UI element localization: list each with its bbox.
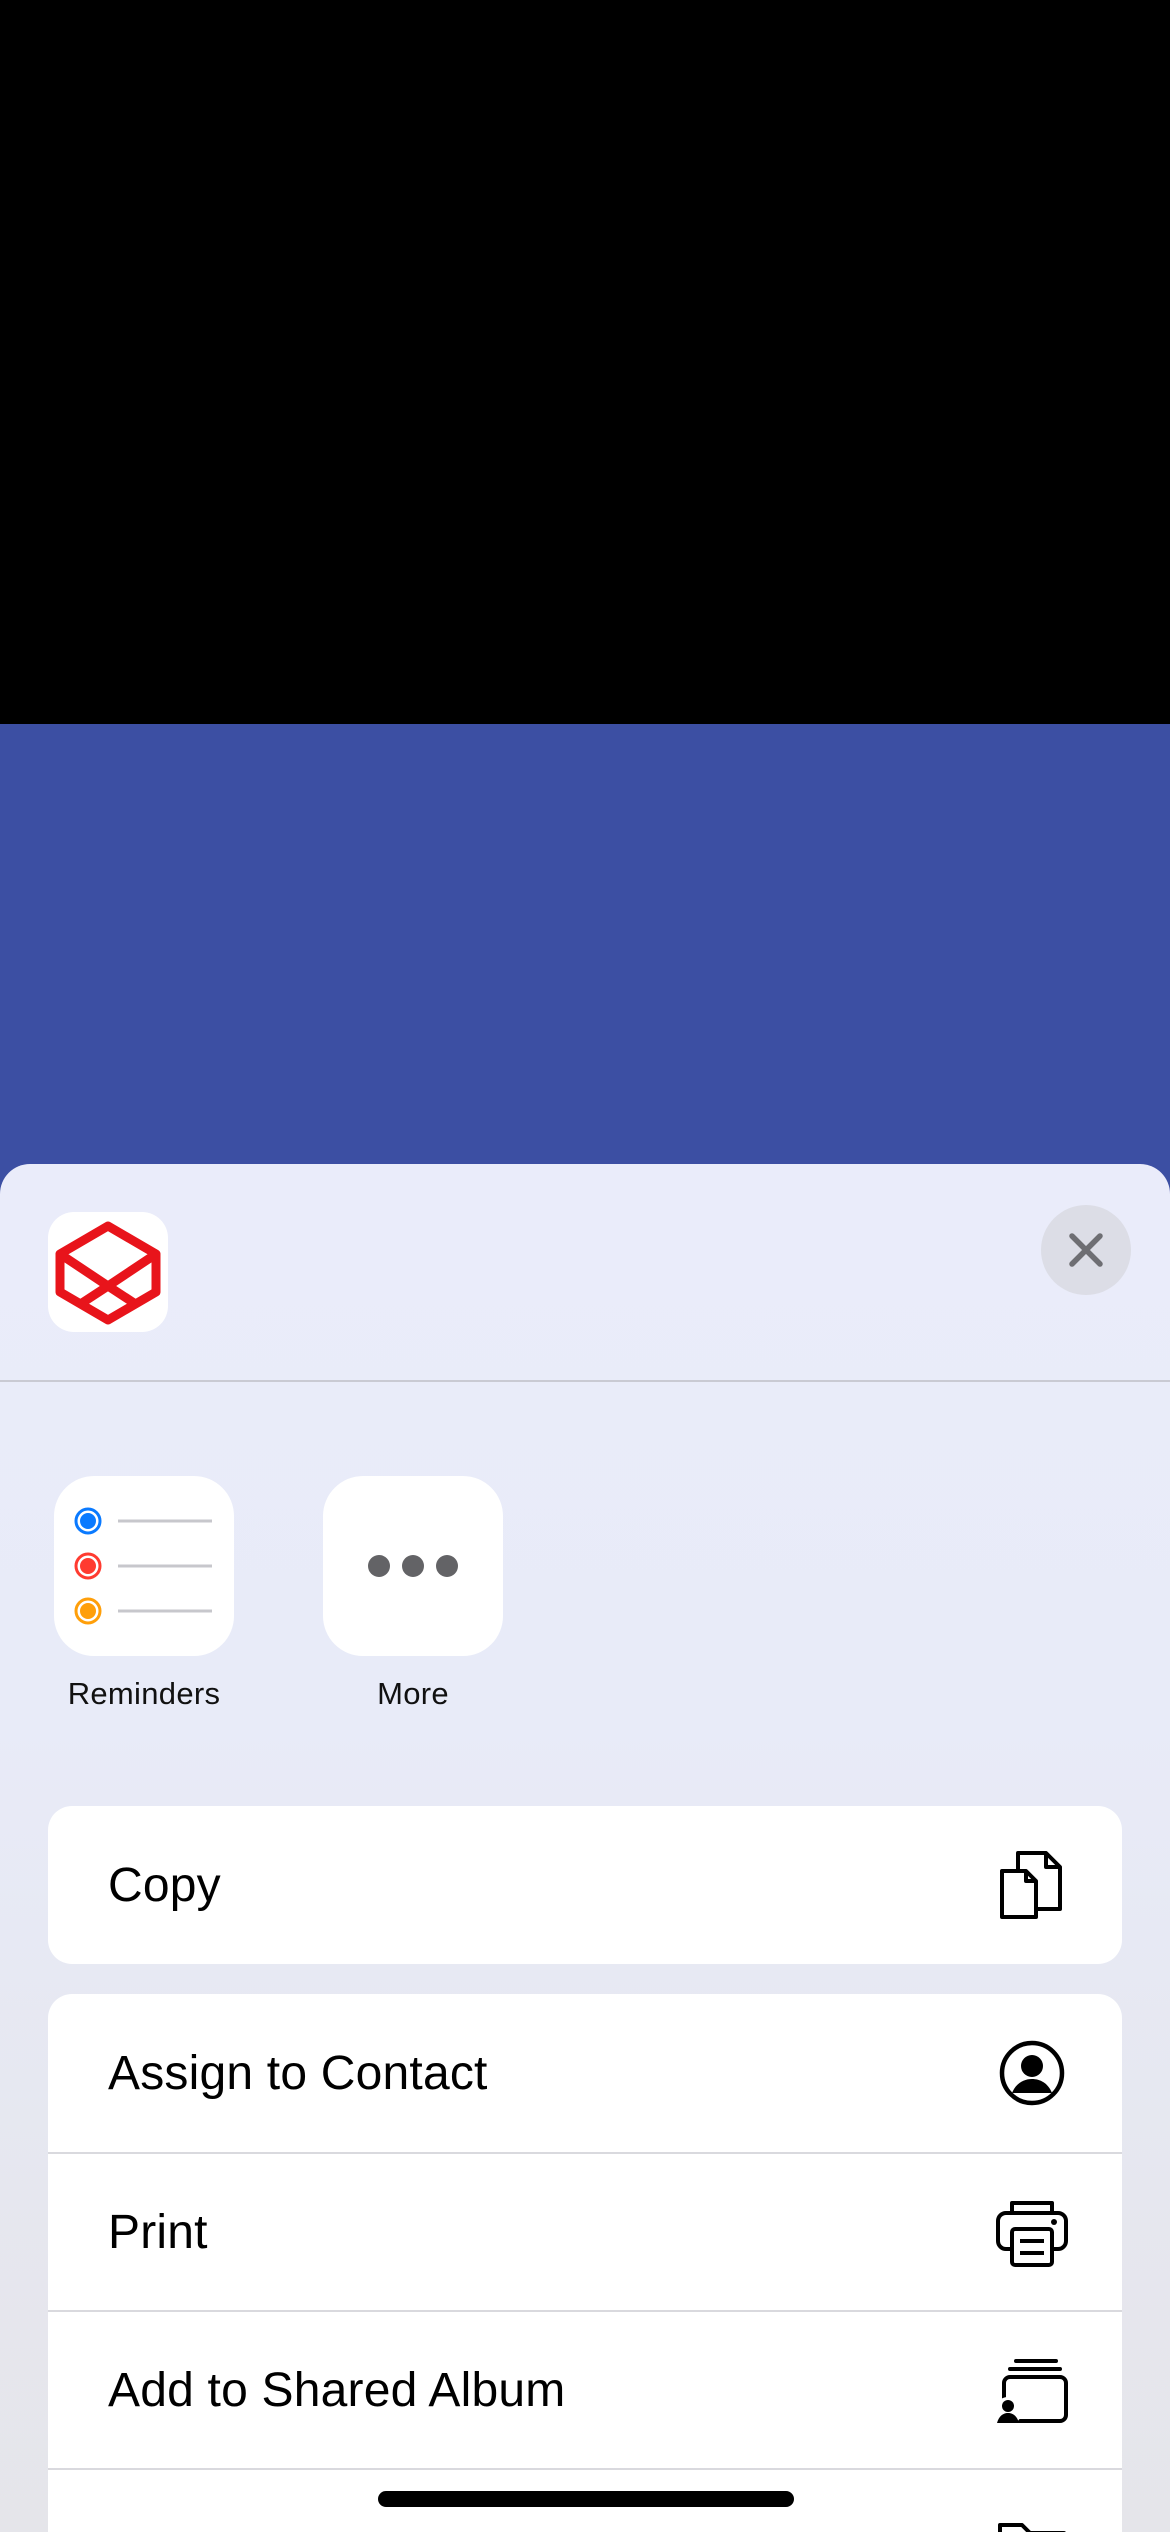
action-label: Assign to Contact <box>108 2046 488 2100</box>
action-label: Copy <box>108 1858 221 1912</box>
shared-album-icon <box>992 2351 1072 2431</box>
action-group-more: Assign to Contact Print Add to Shared Al… <box>48 1994 1122 2532</box>
app-target-more[interactable]: More <box>323 1476 503 1711</box>
home-indicator[interactable] <box>378 2491 794 2507</box>
add-to-shared-album-button[interactable]: Add to Shared Album <box>48 2310 1122 2468</box>
header-divider <box>0 1380 1170 1382</box>
share-sheet-header <box>0 1164 1170 1382</box>
share-sheet: Reminders More Copy Assign to Contact Pr… <box>0 1164 1170 2532</box>
close-icon <box>1069 1233 1103 1267</box>
app-logo-icon <box>48 1212 168 1332</box>
share-screen: Reminders More Copy Assign to Contact Pr… <box>0 0 1170 2532</box>
reminders-icon <box>54 1476 234 1656</box>
printer-icon <box>992 2193 1072 2273</box>
print-button[interactable]: Print <box>48 2152 1122 2310</box>
action-label: Add to Shared Album <box>108 2363 566 2417</box>
action-group-copy: Copy <box>48 1806 1122 1964</box>
close-button[interactable] <box>1041 1205 1131 1295</box>
app-target-label: Reminders <box>67 1676 221 1711</box>
app-target-label: More <box>377 1676 449 1711</box>
assign-to-contact-button[interactable]: Assign to Contact <box>48 1994 1122 2152</box>
contact-icon <box>992 2033 1072 2113</box>
action-label: Print <box>108 2205 208 2259</box>
folder-icon <box>992 2509 1072 2532</box>
top-area <box>0 0 1170 724</box>
more-icon <box>323 1476 503 1656</box>
app-target-reminders[interactable]: Reminders <box>54 1476 234 1711</box>
copy-icon <box>992 1845 1072 1925</box>
copy-button[interactable]: Copy <box>48 1806 1122 1964</box>
